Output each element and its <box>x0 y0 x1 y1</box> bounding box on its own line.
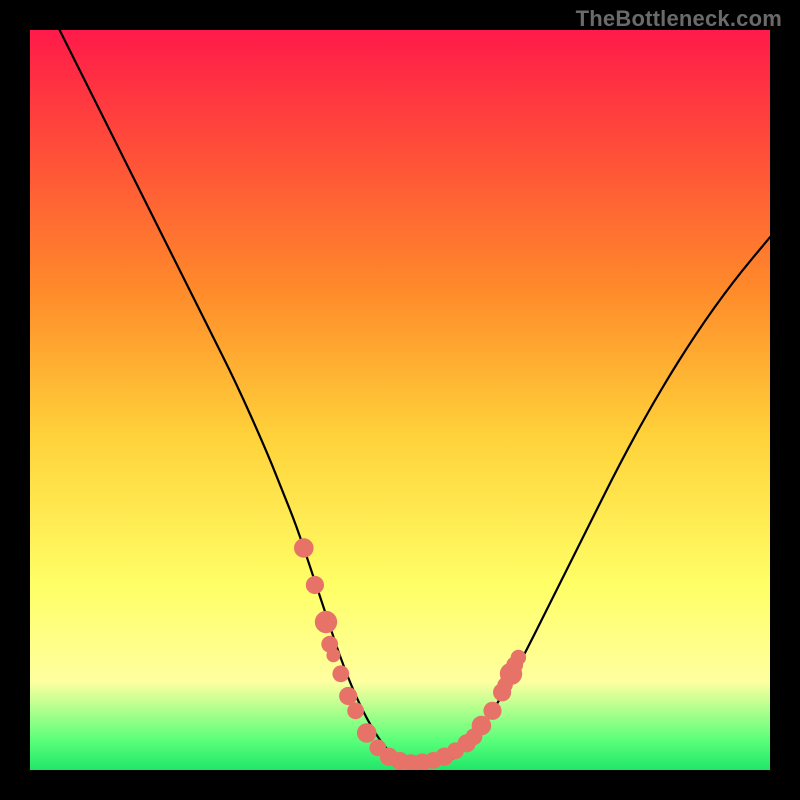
chart-gradient-frame <box>30 30 770 770</box>
curve-data-points <box>294 538 526 770</box>
data-point <box>483 702 501 720</box>
data-point <box>306 576 324 594</box>
watermark-text: TheBottleneck.com <box>576 6 782 32</box>
data-point <box>326 648 340 662</box>
data-point <box>347 702 364 719</box>
data-point <box>511 650 526 665</box>
data-point <box>339 687 357 705</box>
data-point <box>315 611 337 633</box>
data-point <box>332 665 349 682</box>
bottleneck-curve-plot <box>30 30 770 770</box>
data-point <box>294 538 314 558</box>
data-point <box>357 723 377 743</box>
bottleneck-curve-line <box>60 30 770 766</box>
